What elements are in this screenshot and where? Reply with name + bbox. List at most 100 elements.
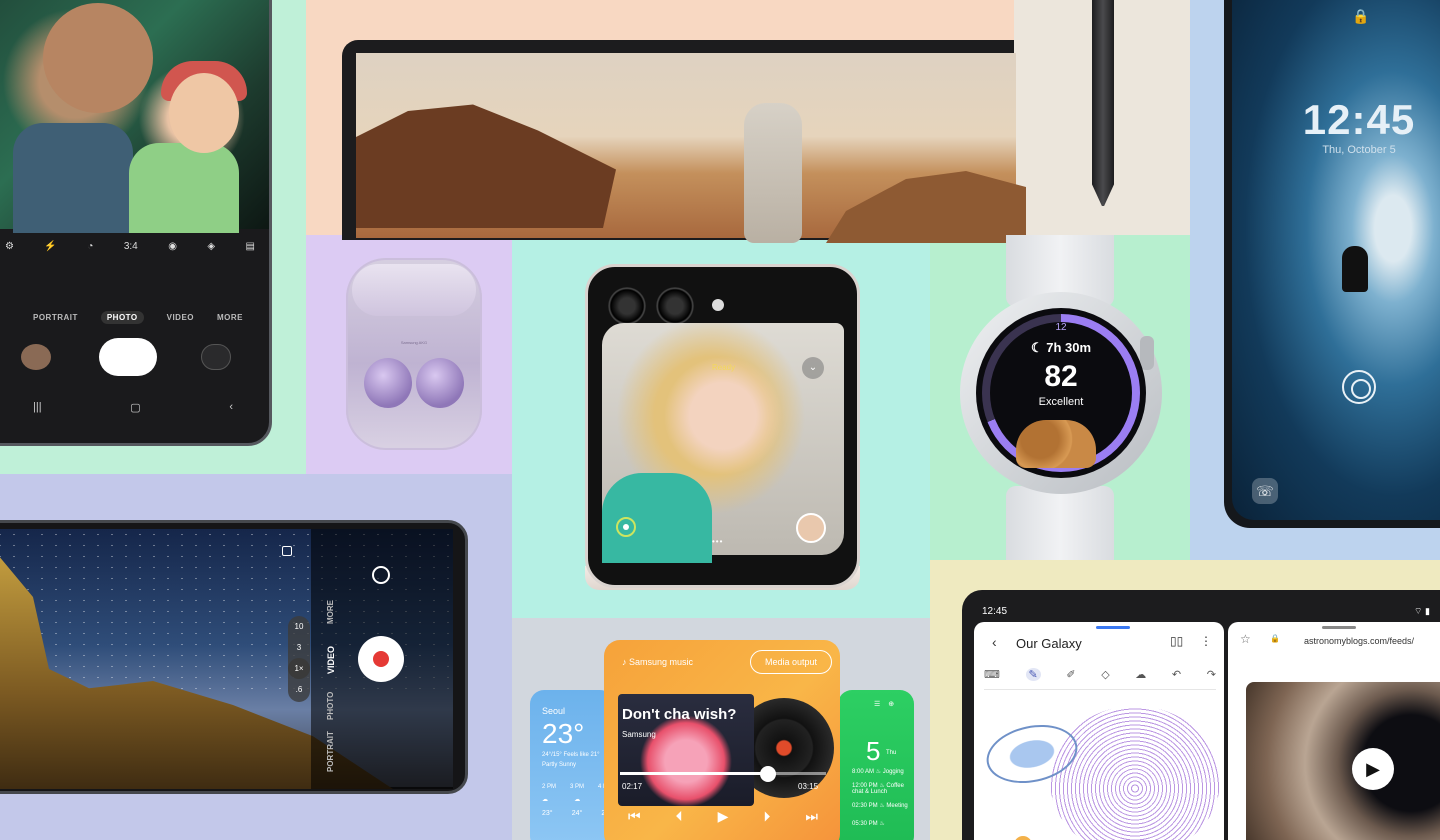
lockscreen-date: Thu, October 5 [1322, 144, 1396, 156]
filter-icon[interactable]: ◈ [207, 241, 215, 252]
left-earbud [364, 358, 412, 408]
next-icon[interactable]: ⏵ [763, 808, 770, 825]
calendar-event[interactable]: 05:30 PM ♨ [852, 820, 912, 827]
pen-tool-icon[interactable]: ✎ [1025, 668, 1041, 681]
watch-hour-marker: 12 [1055, 322, 1067, 333]
sleep-duration: ☾ 7h 30m [1030, 340, 1092, 355]
tablet-device [342, 40, 1026, 243]
focus-icon[interactable] [282, 546, 292, 556]
weather-widget[interactable]: Seoul 23° 24°/15° Feels like 21° Partly … [530, 690, 614, 840]
mode-portrait[interactable]: PORTRAIT [33, 313, 78, 324]
zoom-option-active[interactable]: 1× [288, 658, 310, 679]
play-icon[interactable]: ▶ [718, 808, 729, 825]
foldable-device: 12:45 ⌔ ▮ ‹ Our Galaxy ▯▯ ⋮ ⌨ ✎ ✐ ◇ ☁ ↶ … [962, 590, 1440, 840]
cover-screen-preview: Ready ⌄ ••• [602, 323, 844, 563]
zoom-selector: 10 3 1× .6 [288, 616, 310, 702]
redo-icon[interactable]: ↷ [1207, 668, 1216, 681]
astronaut-figure [744, 103, 802, 243]
weather-cloud-icons: ☁ ☁ ☀ [542, 796, 612, 803]
rock-formation-left [356, 104, 616, 228]
weather-hour: 2 PM [542, 784, 557, 790]
switch-camera-icon[interactable] [372, 566, 390, 584]
bookmark-star-icon[interactable]: ☆ [1240, 632, 1251, 646]
lasso-icon[interactable]: ☁ [1135, 668, 1146, 681]
home-icon[interactable]: ▢ [130, 401, 140, 414]
gallery-thumbnail[interactable] [796, 513, 826, 543]
gallery-thumbnail[interactable] [21, 344, 51, 370]
track-title: Don't cha wish? [622, 706, 737, 723]
undo-icon[interactable]: ↶ [1172, 668, 1181, 681]
calendar-widget[interactable]: ☰ ⊕ 5 Thu 8:00 AM ♨ Jogging 12:00 PM ♨ C… [838, 690, 914, 840]
flash-icon[interactable]: ⚡ [44, 241, 56, 252]
mode-video[interactable]: VIDEO [167, 313, 194, 324]
calendar-event[interactable]: 02:30 PM ♨ Meeting [852, 802, 912, 809]
book-view-icon[interactable]: ▯▯ [1170, 634, 1183, 648]
aspect-ratio-button[interactable]: 3:4 [124, 241, 138, 252]
mode-photo[interactable]: PHOTO [100, 311, 144, 324]
skip-back-icon[interactable]: ⏮ [628, 808, 641, 825]
sun-sketch [1014, 836, 1032, 840]
sleep-score-label: Excellent [1038, 396, 1084, 408]
eraser-icon[interactable]: ◇ [1101, 668, 1109, 681]
lockscreen-phone [1224, 0, 1440, 528]
media-output-button[interactable]: Media output [750, 650, 832, 674]
motion-photo-icon[interactable]: ◉ [168, 241, 177, 252]
record-button[interactable] [358, 636, 404, 682]
mode-portrait[interactable]: PORTRAIT [326, 731, 335, 772]
page-indicator: ••• [712, 537, 724, 546]
fingerprint-icon[interactable] [1342, 370, 1376, 404]
capture-button[interactable] [616, 517, 636, 537]
watch-strap-bottom [1006, 486, 1114, 560]
calendar-event[interactable]: 12:00 PM ♨ Coffee chat & Lunch [852, 782, 912, 795]
zoom-option[interactable]: .6 [288, 679, 310, 700]
video-thumbnail[interactable]: ▶ [1246, 682, 1440, 840]
record-dot-icon [373, 651, 389, 667]
weather-hour-temp: 23° [542, 810, 553, 817]
url-bar[interactable]: astronomyblogs.com/feeds/ [1304, 636, 1414, 646]
mode-more[interactable]: MORE [217, 313, 243, 324]
secure-lock-icon: 🔒 [1270, 634, 1280, 643]
flip-phone: Ready ⌄ ••• [585, 264, 860, 588]
right-earbud [416, 358, 464, 408]
shutter-button[interactable] [99, 338, 157, 376]
total-time: 03:15 [798, 782, 819, 791]
timer-icon[interactable]: ◔ [87, 241, 93, 252]
back-arrow-icon[interactable]: ‹ [992, 634, 997, 650]
status-time: 12:45 [982, 606, 1008, 617]
more-options-icon[interactable]: ⋮ [1200, 634, 1212, 648]
back-icon[interactable]: ‹ [229, 401, 233, 414]
person-1-shirt [13, 123, 133, 233]
case-brand-label: Samsung AKG [400, 340, 428, 345]
zoom-option[interactable]: 10 [288, 616, 310, 637]
highlighter-icon[interactable]: ✐ [1066, 668, 1075, 681]
switch-camera-button[interactable] [201, 344, 231, 370]
gallery-mode-icon[interactable]: ▤ [246, 241, 255, 252]
music-widget[interactable]: ♪ Samsung music Media output Don't cha w… [604, 640, 840, 840]
wave-wallpaper [1232, 0, 1440, 520]
person-2-shirt [129, 143, 239, 233]
play-button[interactable]: ▶ [1352, 748, 1394, 790]
playback-progress-bar[interactable] [620, 772, 826, 775]
window-handle[interactable] [1096, 626, 1130, 629]
mode-photo[interactable]: PHOTO [326, 692, 335, 720]
weather-hour-temp: 24° [571, 810, 583, 817]
mode-more[interactable]: MORE [326, 600, 335, 624]
note-title: Our Galaxy [1016, 636, 1082, 651]
calendar-widget-icons[interactable]: ☰ ⊕ [874, 700, 897, 708]
recents-icon[interactable]: ||| [33, 401, 42, 414]
skip-forward-icon[interactable]: ⏭ [805, 808, 818, 825]
window-handle[interactable] [1322, 626, 1356, 629]
rock-formation-right [826, 171, 1026, 243]
galaxy-sketch [1050, 706, 1220, 840]
lock-icon: 🔒 [1352, 8, 1370, 24]
chevron-down-icon[interactable]: ⌄ [802, 357, 824, 379]
zoom-option[interactable]: 3 [288, 637, 310, 658]
mode-video[interactable]: VIDEO [326, 646, 336, 674]
weather-hour: 3 PM [569, 784, 584, 790]
calendar-weekday: Thu [886, 750, 897, 756]
calendar-event[interactable]: 8:00 AM ♨ Jogging [852, 768, 912, 775]
previous-icon[interactable]: ⏴ [676, 808, 683, 825]
settings-icon[interactable]: ⚙ [5, 241, 14, 252]
phone-shortcut-icon[interactable]: ☏ [1252, 478, 1278, 504]
keyboard-icon[interactable]: ⌨ [984, 668, 1000, 681]
